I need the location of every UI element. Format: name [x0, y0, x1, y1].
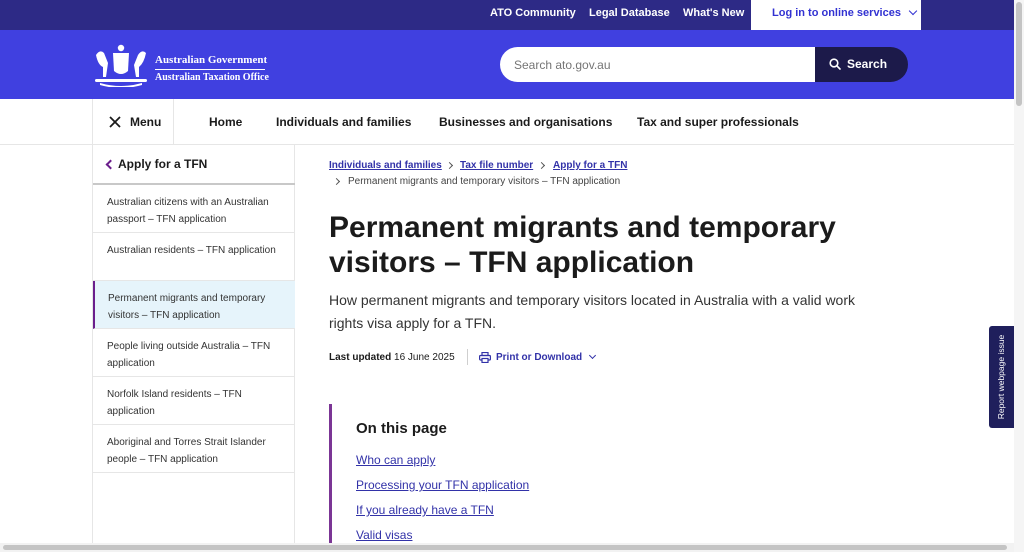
horizontal-scroll-thumb[interactable]: [3, 545, 1007, 550]
nav-home[interactable]: Home: [209, 115, 242, 129]
close-icon: [109, 116, 121, 128]
main-navigation: Menu Home Individuals and families Busin…: [0, 99, 1014, 145]
search-icon: [829, 58, 841, 70]
sidebar-item-australian-citizens[interactable]: Australian citizens with an Australian p…: [93, 185, 295, 233]
page-title: Permanent migrants and temporary visitor…: [329, 211, 836, 279]
last-updated-label: Last updated: [329, 352, 392, 363]
sidebar-item-permanent-migrants[interactable]: Permanent migrants and temporary visitor…: [93, 281, 295, 329]
sidebar-item-norfolk-island[interactable]: Norfolk Island residents – TFN applicati…: [93, 377, 295, 425]
search-button[interactable]: Search: [815, 47, 908, 82]
coat-of-arms-icon[interactable]: [92, 43, 150, 87]
australian-government-wordmark: Australian Government: [155, 54, 268, 66]
chevron-right-icon: [537, 161, 546, 170]
menu-button[interactable]: Menu: [92, 99, 174, 145]
sidebar-back-link[interactable]: Apply for a TFN: [93, 145, 295, 185]
page-lede: How permanent migrants and temporary vis…: [329, 292, 856, 331]
print-or-download-button[interactable]: Print or Download: [479, 351, 597, 363]
sidebar-back-label: Apply for a TFN: [118, 157, 208, 171]
chevron-right-icon: [332, 177, 341, 186]
chevron-down-icon: [589, 351, 597, 360]
whats-new-link[interactable]: What's New: [683, 7, 744, 19]
on-this-page-heading: On this page: [356, 420, 447, 437]
on-this-page: On this page Who can apply Processing yo…: [329, 404, 759, 552]
report-label: Report webpage issue: [996, 334, 1006, 420]
last-updated-date: 16 June 2025: [394, 352, 455, 363]
search-button-label: Search: [847, 57, 888, 71]
sidebar-item-aboriginal-torres-strait[interactable]: Aboriginal and Torres Strait Islander pe…: [93, 425, 295, 473]
brand-divider: [155, 69, 265, 70]
otp-link-who-can-apply[interactable]: Who can apply: [356, 453, 435, 467]
last-updated: Last updated 16 June 2025: [329, 352, 455, 363]
breadcrumb-current: Permanent migrants and temporary visitor…: [348, 176, 621, 187]
legal-database-link[interactable]: Legal Database: [589, 7, 670, 19]
brand-header: Australian Government Australian Taxatio…: [0, 30, 1024, 99]
site-search: Search: [500, 47, 908, 82]
vertical-scroll-thumb[interactable]: [1016, 2, 1022, 106]
section-sidebar: Apply for a TFN Australian citizens with…: [92, 145, 295, 552]
vertical-scrollbar[interactable]: [1014, 0, 1024, 552]
utility-bar: ATO Community Legal Database What's New …: [0, 0, 1024, 30]
horizontal-scrollbar[interactable]: [0, 543, 1014, 552]
breadcrumb-individuals-and-families[interactable]: Individuals and families: [329, 160, 442, 171]
chevron-left-icon: [105, 159, 116, 170]
chevron-right-icon: [445, 161, 454, 170]
chevron-down-icon: [908, 6, 918, 16]
login-label: Log in to online services: [772, 7, 901, 19]
nav-businesses-and-organisations[interactable]: Businesses and organisations: [439, 115, 612, 129]
ato-community-link[interactable]: ATO Community: [490, 7, 576, 19]
report-webpage-issue-tab[interactable]: Report webpage issue: [989, 326, 1014, 428]
otp-link-already-have-tfn[interactable]: If you already have a TFN: [356, 503, 494, 517]
otp-link-processing[interactable]: Processing your TFN application: [356, 478, 529, 492]
meta-divider: [467, 349, 468, 365]
sidebar-item-people-outside-australia[interactable]: People living outside Australia – TFN ap…: [93, 329, 295, 377]
nav-individuals-and-families[interactable]: Individuals and families: [276, 115, 411, 129]
breadcrumb-tax-file-number[interactable]: Tax file number: [460, 160, 533, 171]
nav-tax-and-super-professionals[interactable]: Tax and super professionals: [637, 115, 799, 129]
menu-label: Menu: [130, 115, 162, 129]
otp-link-valid-visas[interactable]: Valid visas: [356, 528, 412, 542]
search-input[interactable]: [500, 47, 816, 82]
sidebar-item-australian-residents[interactable]: Australian residents – TFN application: [93, 233, 295, 281]
printer-icon: [479, 352, 491, 363]
breadcrumb-apply-for-a-tfn[interactable]: Apply for a TFN: [553, 160, 627, 171]
print-label: Print or Download: [496, 352, 583, 363]
login-online-services-button[interactable]: Log in to online services: [751, 0, 921, 30]
ato-wordmark: Australian Taxation Office: [155, 72, 269, 83]
